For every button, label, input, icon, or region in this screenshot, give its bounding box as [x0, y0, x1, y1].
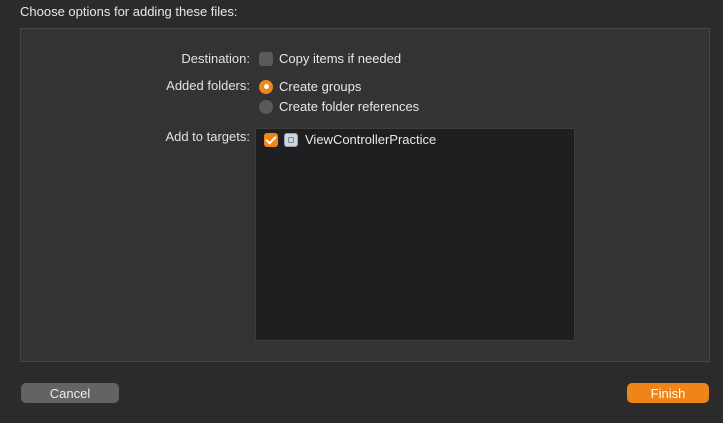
copy-items-option[interactable]: Copy items if needed — [259, 51, 401, 66]
create-folder-references-radio[interactable] — [259, 99, 273, 114]
add-files-dialog: Choose options for adding these files: D… — [0, 0, 723, 423]
added-folders-label: Added folders: — [166, 78, 250, 93]
options-panel: Destination: Copy items if needed Added … — [20, 28, 710, 362]
target-item[interactable]: ViewControllerPractice — [264, 132, 436, 147]
target-label: ViewControllerPractice — [305, 132, 437, 147]
dialog-title: Choose options for adding these files: — [20, 4, 238, 19]
create-groups-option[interactable]: Create groups — [259, 79, 361, 94]
targets-list[interactable]: ViewControllerPractice — [255, 128, 575, 341]
copy-items-checkbox[interactable] — [259, 51, 273, 66]
target-checkbox[interactable] — [264, 132, 278, 147]
destination-label: Destination: — [181, 51, 250, 66]
create-groups-label: Create groups — [279, 79, 362, 94]
copy-items-label: Copy items if needed — [279, 51, 402, 66]
create-folder-references-option[interactable]: Create folder references — [259, 99, 419, 114]
app-target-icon — [284, 132, 298, 147]
finish-button[interactable]: Finish — [627, 383, 709, 403]
add-to-targets-label: Add to targets: — [165, 129, 250, 144]
cancel-button[interactable]: Cancel — [21, 383, 119, 403]
create-groups-radio[interactable] — [259, 79, 273, 94]
create-folder-references-label: Create folder references — [279, 99, 420, 114]
